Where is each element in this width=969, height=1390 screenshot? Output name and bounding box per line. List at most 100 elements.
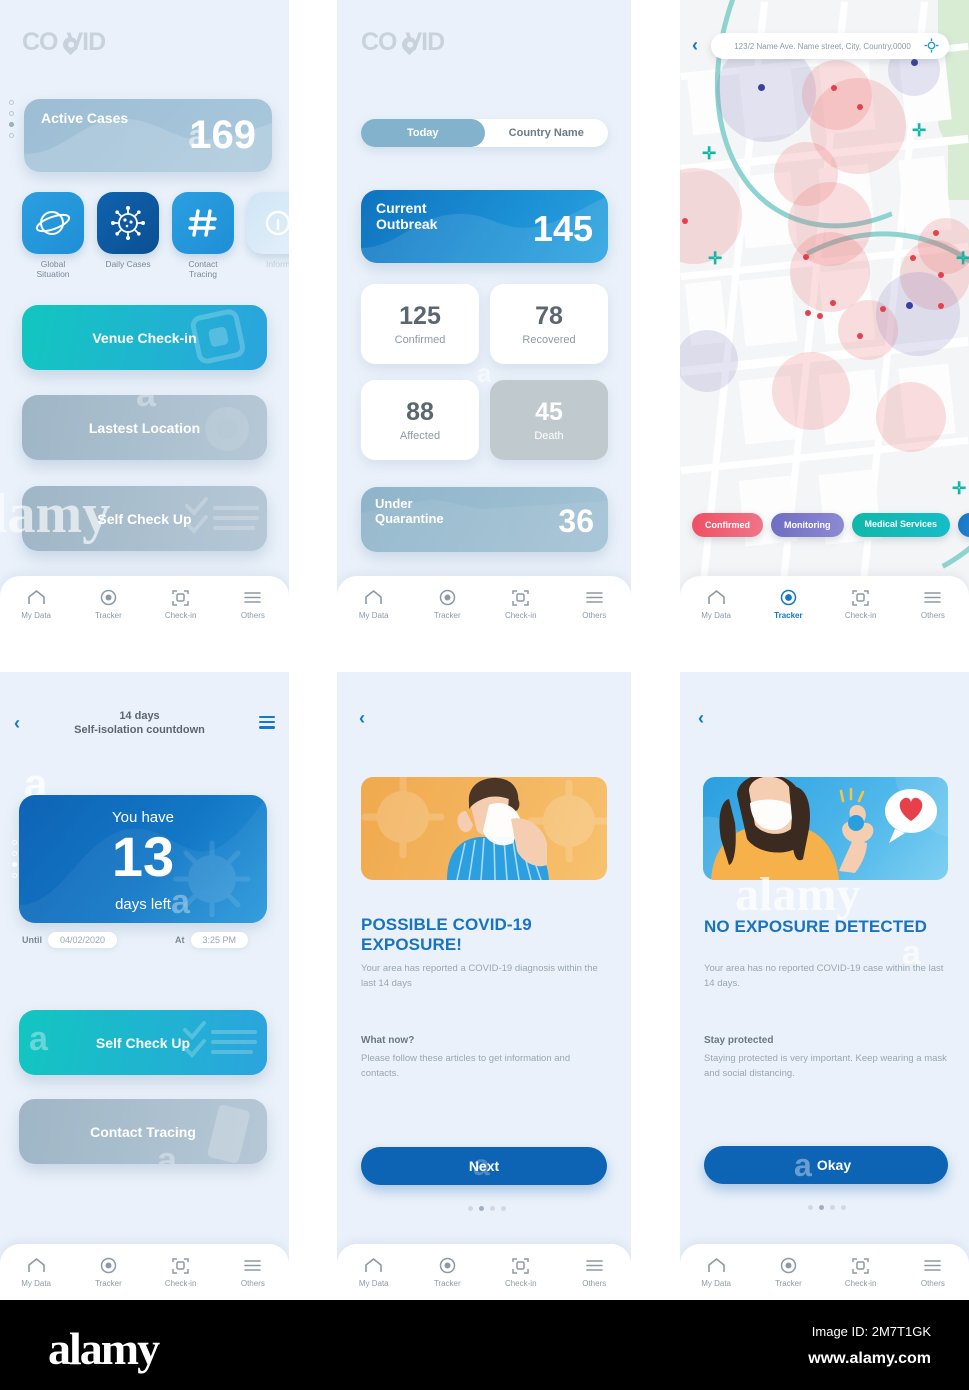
map-bubble-confirmed — [876, 382, 946, 452]
nav-check-in[interactable]: Check-in — [493, 1256, 549, 1288]
address-search-bar[interactable]: 123/2 Name Ave. Name street, City, Count… — [711, 33, 949, 59]
nav-my-data[interactable]: My Data — [8, 588, 64, 620]
nav-check-in[interactable]: Check-in — [833, 1256, 889, 1288]
back-button[interactable]: ‹ — [14, 713, 20, 734]
next-button[interactable]: Next a — [361, 1147, 607, 1185]
quick-action-label: Daily Cases — [105, 259, 151, 269]
nav-tracker[interactable]: Tracker — [80, 1256, 136, 1288]
countdown-header-line1: 14 days — [119, 710, 160, 722]
pager-dot[interactable] — [468, 1206, 473, 1211]
nav-others[interactable]: Others — [566, 1256, 622, 1288]
dot[interactable] — [12, 840, 17, 845]
pager-dot[interactable] — [841, 1205, 846, 1210]
dot[interactable] — [9, 111, 14, 116]
until-date-value[interactable]: 04/02/2020 — [48, 932, 118, 948]
quick-action-daily-cases[interactable]: Daily Cases — [97, 192, 159, 279]
nav-tracker[interactable]: Tracker — [419, 588, 475, 620]
legend-chip-medical-services[interactable]: Medical Services — [851, 513, 951, 537]
nav-my-data[interactable]: My Data — [688, 1256, 744, 1288]
pager-dot[interactable] — [490, 1206, 495, 1211]
dot[interactable] — [9, 100, 14, 105]
nav-check-in[interactable]: Check-in — [833, 588, 889, 620]
countdown-header: 14 days Self-isolation countdown — [74, 710, 205, 738]
screen-no-exposure: ‹ alamy NO EXPOSURE DETECTED Your area h… — [680, 672, 969, 1300]
dot[interactable] — [12, 851, 17, 856]
menu-icon[interactable] — [259, 715, 275, 732]
countdown-card[interactable]: You have 13 days left a — [19, 795, 267, 923]
target-icon — [80, 1256, 136, 1275]
dot[interactable] — [12, 873, 17, 878]
page-indicator[interactable] — [468, 1206, 506, 1211]
nav-label: Tracker — [94, 611, 122, 620]
quick-action-contact-tracing[interactable]: Contact Tracing — [172, 192, 234, 279]
menu-icon — [566, 588, 622, 607]
checklist-ghost-icon — [185, 497, 259, 534]
legend-chip-confirmed[interactable]: Confirmed — [692, 513, 763, 537]
nav-my-data[interactable]: My Data — [8, 1256, 64, 1288]
nav-label: Tracker — [774, 611, 803, 620]
nav-others[interactable]: Others — [905, 588, 961, 620]
nav-check-in[interactable]: Check-in — [153, 588, 209, 620]
nav-check-in[interactable]: Check-in — [153, 1256, 209, 1288]
pager-dot-active[interactable] — [819, 1205, 824, 1210]
back-button[interactable]: ‹ — [359, 708, 365, 729]
nav-others[interactable]: Others — [225, 1256, 281, 1288]
pager-dot-active[interactable] — [479, 1206, 484, 1211]
dot[interactable] — [9, 133, 14, 138]
scan-icon — [153, 588, 209, 607]
contact-tracing-button[interactable]: Contact Tracing a — [19, 1099, 267, 1164]
legend-chip-extra[interactable] — [958, 513, 969, 537]
toggle-country-name[interactable]: Country Name — [485, 119, 609, 147]
lastest-location-button[interactable]: Lastest Location a — [22, 395, 267, 460]
nav-tracker[interactable]: Tracker — [760, 588, 816, 620]
page-indicator[interactable] — [808, 1205, 846, 1210]
stat-card-confirmed[interactable]: 125 Confirmed — [361, 284, 479, 364]
under-quarantine-card[interactable]: Under Quarantine 36 — [361, 487, 608, 552]
scan-icon — [153, 1256, 209, 1275]
map-canvas[interactable]: ✛ ✛ ✛ ✛ ✛ — [680, 0, 969, 632]
nav-tracker[interactable]: Tracker — [80, 588, 136, 620]
carousel-dots[interactable] — [12, 840, 17, 878]
pager-dot[interactable] — [808, 1205, 813, 1210]
at-time-value[interactable]: 3:25 PM — [190, 932, 249, 948]
self-check-up-button[interactable]: Self Check Up — [22, 486, 267, 551]
toggle-today[interactable]: Today — [361, 119, 485, 147]
current-outbreak-card[interactable]: Current Outbreak 145 — [361, 190, 608, 263]
active-cases-card[interactable]: Active Cases 169 a — [24, 99, 272, 172]
dot-active[interactable] — [12, 862, 17, 867]
pager-dot[interactable] — [830, 1205, 835, 1210]
nav-others[interactable]: Others — [905, 1256, 961, 1288]
home-icon — [346, 588, 402, 607]
map-dot-confirmed — [830, 300, 836, 306]
alamy-watermark: a — [136, 395, 156, 415]
target-icon — [419, 1256, 475, 1275]
quick-action-information[interactable]: Inform — [247, 192, 289, 279]
next-button-label: Next — [468, 1158, 500, 1174]
nav-tracker[interactable]: Tracker — [419, 1256, 475, 1288]
crosshair-icon[interactable] — [924, 38, 939, 55]
nav-tracker[interactable]: Tracker — [760, 1256, 816, 1288]
nav-others[interactable]: Others — [225, 588, 281, 620]
nav-others[interactable]: Others — [566, 588, 622, 620]
venue-checkin-button[interactable]: Venue Check-in — [22, 305, 267, 370]
nav-check-in[interactable]: Check-in — [493, 588, 549, 620]
nav-my-data[interactable]: My Data — [688, 588, 744, 620]
back-button[interactable]: ‹ — [698, 708, 704, 729]
nav-my-data[interactable]: My Data — [346, 1256, 402, 1288]
map-dot-confirmed — [933, 230, 939, 236]
period-toggle[interactable]: Today Country Name — [361, 119, 608, 147]
stat-card-affected[interactable]: 88 Affected — [361, 380, 479, 460]
quick-action-global-situation[interactable]: Global Situation — [22, 192, 84, 279]
carousel-dots[interactable] — [9, 100, 14, 138]
legend-chip-monitoring[interactable]: Monitoring — [771, 513, 844, 537]
scan-icon — [833, 1256, 889, 1275]
stat-card-death[interactable]: 45 Death — [490, 380, 608, 460]
map-back-button[interactable]: ‹ — [692, 35, 698, 56]
pager-dot[interactable] — [501, 1206, 506, 1211]
stat-card-recovered[interactable]: 78 Recovered — [490, 284, 608, 364]
dot-active[interactable] — [9, 122, 14, 127]
self-check-up-button[interactable]: Self Check Up a — [19, 1010, 267, 1075]
target-icon — [80, 588, 136, 607]
nav-my-data[interactable]: My Data — [346, 588, 402, 620]
okay-button[interactable]: a Okay — [704, 1146, 948, 1184]
